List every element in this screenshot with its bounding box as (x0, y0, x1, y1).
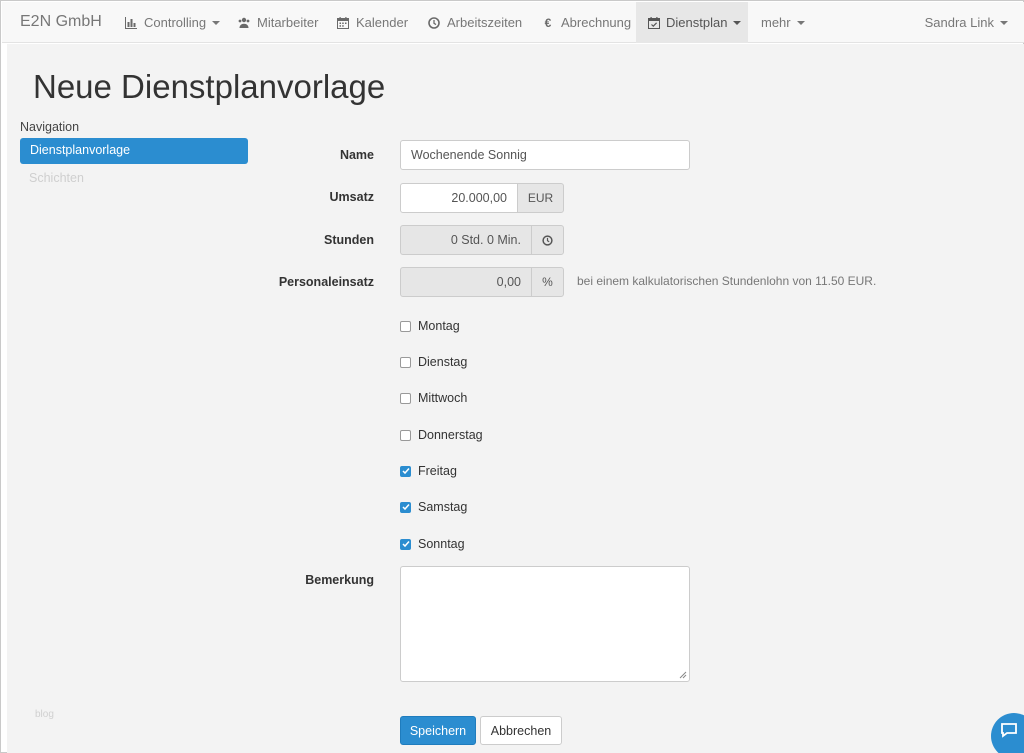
checkbox-box[interactable] (400, 538, 411, 550)
nav-controlling-label: Controlling (144, 15, 207, 30)
checkbox-label: Freitag (418, 464, 457, 478)
calendar-icon (336, 16, 350, 30)
main-content: Neue Dienstplanvorlage Navigation Dienst… (7, 44, 1024, 753)
checkbox-label: Samstag (418, 500, 468, 514)
nav-dienstplan-label: Dienstplan (666, 15, 728, 30)
personaleinsatz-help-text: bei einem kalkulatorischen Stundenlohn v… (577, 274, 877, 288)
umsatz-label: Umsatz (329, 190, 374, 204)
clock-icon (427, 16, 441, 30)
stunden-input: 0 Std. 0 Min. (400, 225, 532, 255)
checkbox-label: Donnerstag (418, 428, 483, 442)
name-input[interactable]: Wochenende Sonnig (400, 140, 690, 170)
user-name: Sandra Link (924, 15, 994, 30)
bar-chart-icon (124, 16, 138, 30)
nav-mitarbeiter-label: Mitarbeiter (257, 15, 319, 30)
chevron-down-icon (1000, 20, 1008, 25)
stunden-addon (531, 225, 564, 255)
user-menu[interactable]: Sandra Link (925, 2, 1008, 43)
nav-abrechnung-label: Abrechnung (561, 15, 632, 30)
brand-name[interactable]: E2N GmbH (20, 13, 102, 31)
checkbox-box[interactable] (400, 465, 411, 477)
nav-mehr-label: mehr (761, 15, 791, 30)
checkbox-box[interactable] (400, 501, 411, 513)
calendar-check-icon (648, 16, 660, 30)
checkbox-freitag[interactable]: Freitag (400, 464, 457, 478)
sidebar-item-schichten[interactable]: Schichten (29, 171, 84, 185)
checkbox-label: Montag (418, 319, 460, 333)
checkbox-box[interactable] (400, 356, 411, 368)
chevron-down-icon (733, 20, 742, 25)
chat-icon (1001, 723, 1017, 738)
app-window: E2N GmbH Controlling Mitarbeiter Kalende… (0, 0, 1024, 753)
chevron-down-icon (212, 20, 221, 25)
bemerkung-label: Bemerkung (305, 573, 374, 587)
top-navbar: E2N GmbH Controlling Mitarbeiter Kalende… (2, 2, 1024, 43)
umsatz-currency-addon: EUR (517, 183, 564, 213)
cancel-button[interactable]: Abbrechen (480, 716, 562, 745)
chevron-down-icon (796, 20, 805, 25)
page-title: Neue Dienstplanvorlage (33, 68, 386, 105)
sidebar-heading: Navigation (20, 120, 80, 134)
nav-controlling[interactable]: Controlling (115, 2, 229, 43)
checkbox-dienstag[interactable]: Dienstag (400, 355, 467, 369)
checkbox-montag[interactable]: Montag (400, 319, 460, 333)
nav-arbeitszeiten-label: Arbeitszeiten (447, 15, 523, 30)
checkmark-icon (401, 541, 410, 548)
checkbox-sonntag[interactable]: Sonntag (400, 537, 465, 551)
checkbox-box[interactable] (400, 429, 411, 441)
bemerkung-textarea[interactable] (400, 566, 690, 682)
checkmark-icon (401, 504, 410, 511)
resize-grip-icon[interactable] (679, 671, 687, 679)
checkbox-mittwoch[interactable]: Mittwoch (400, 391, 467, 405)
personaleinsatz-input: 0,00 (400, 267, 532, 297)
nav-kalender[interactable]: Kalender (328, 2, 416, 43)
clock-icon (542, 234, 553, 246)
nav-abrechnung[interactable]: € Abrechnung (533, 2, 639, 43)
nav-arbeitszeiten[interactable]: Arbeitszeiten (419, 2, 530, 43)
save-button[interactable]: Speichern (400, 716, 476, 745)
checkmark-icon (401, 468, 410, 475)
personaleinsatz-label: Personaleinsatz (278, 275, 374, 289)
checkbox-label: Sonntag (418, 537, 465, 551)
checkbox-box[interactable] (400, 392, 411, 404)
name-label: Name (339, 148, 374, 162)
checkbox-label: Mittwoch (418, 391, 468, 405)
stunden-label: Stunden (324, 233, 374, 247)
users-icon (237, 16, 251, 30)
nav-mehr[interactable]: mehr (748, 2, 818, 43)
umsatz-input[interactable]: 20.000,00 (400, 183, 518, 213)
percent-addon: % (531, 267, 564, 297)
euro-icon: € (544, 15, 552, 30)
checkbox-label: Dienstag (418, 355, 468, 369)
nav-kalender-label: Kalender (356, 15, 409, 30)
nav-dienstplan[interactable]: Dienstplan (636, 2, 748, 43)
footer-link-blog[interactable]: blog (35, 709, 54, 720)
nav-mitarbeiter[interactable]: Mitarbeiter (229, 2, 326, 43)
checkbox-donnerstag[interactable]: Donnerstag (400, 428, 483, 442)
checkbox-box[interactable] (400, 320, 411, 332)
checkbox-samstag[interactable]: Samstag (400, 500, 467, 514)
